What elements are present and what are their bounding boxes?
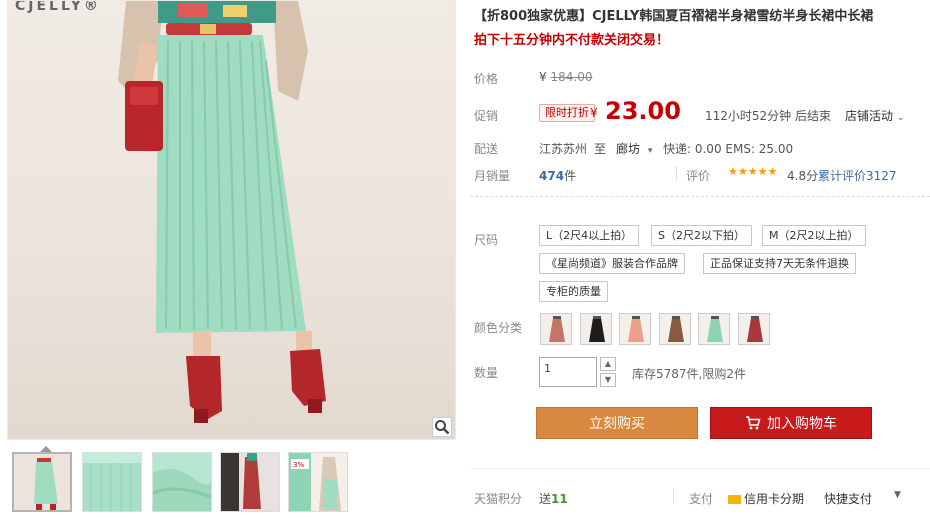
main-product-image[interactable]: CJELLY® [7,0,456,440]
monthly-sales-unit: 件 [564,169,577,183]
product-info-panel: 【折800独家优惠】CJELLY韩国夏百褶裙半身裙雪纺半身长裙中长裙 拍下十五分… [470,0,930,518]
product-title: 【折800独家优惠】CJELLY韩国夏百褶裙半身裙雪纺半身长裙中长裙 [474,9,874,24]
thumbnail-5[interactable]: 3% [288,452,348,512]
original-price-currency: ¥ [539,70,547,84]
quick-pay-label[interactable]: 快捷支付 [824,490,872,507]
payment-dropdown-icon[interactable]: ▼ [894,490,901,500]
size-option-l[interactable]: L（2尺4以上拍） [539,225,640,246]
monthly-sales: 474件 [539,167,576,184]
quantity-input[interactable]: 1 [539,357,597,387]
size-option-guarantee[interactable]: 正品保证支持7天无条件退换 [703,253,856,274]
buy-now-button[interactable]: 立刻购买 [536,407,698,439]
thumbnail-1[interactable] [12,452,72,512]
thumbnail-4[interactable] [220,452,280,512]
original-price-value: 184.00 [550,70,593,84]
ship-from: 江苏苏州 [539,142,588,156]
credit-card-installment[interactable]: 信用卡分期 [728,490,804,507]
divider [676,166,677,180]
delivery-label: 配送 [474,142,499,156]
color-swatch-5[interactable] [698,313,730,345]
add-to-cart-button[interactable]: 加入购物车 [710,407,872,439]
thumbnail-3[interactable] [152,452,212,512]
divider [673,489,674,503]
review-count-link[interactable]: 累计评价3127 [818,167,897,184]
limited-discount-badge: 限时打折 [539,104,595,122]
pay-label: 支付 [689,492,714,506]
quantity-label: 数量 [474,366,499,380]
color-label: 颜色分类 [474,321,523,335]
promo-currency: ¥ [590,106,598,120]
magnifier-icon[interactable] [432,417,452,437]
color-swatch-6[interactable] [737,313,770,345]
section-divider [470,196,930,197]
size-label: 尺码 [474,233,499,247]
promo-countdown: 112小时52分钟 后结束 [705,109,831,123]
quantity-decrease-button[interactable]: ▼ [600,373,616,387]
ship-to-word: 至 [594,142,607,156]
color-swatch-1[interactable] [540,313,572,345]
credit-card-icon [728,495,741,504]
points: 送11 [539,490,568,507]
store-activity-label: 店铺活动 [845,109,894,123]
caret-down-icon: ▾ [647,146,653,156]
size-option-counter-quality[interactable]: 专柜的质量 [539,281,608,302]
price-label: 价格 [474,72,499,86]
add-to-cart-label: 加入购物车 [767,416,837,432]
monthly-sales-count: 474 [539,169,565,183]
chevron-down-icon: ⌄ [896,113,905,123]
credit-card-label: 信用卡分期 [744,492,805,506]
brand-logo: CJELLY® [15,0,101,14]
size-option-partner-brand[interactable]: 《星尚频道》服装合作品牌 [539,253,685,274]
shipping-fees: 快递: 0.00 EMS: 25.00 [663,142,794,156]
rating-score: 4.8分 [787,169,819,183]
promo-price: 23.00 [605,97,681,125]
size-option-m[interactable]: M（2尺2以上拍） [762,225,866,246]
quantity-increase-button[interactable]: ▲ [600,357,616,371]
color-swatch-4[interactable] [658,313,691,345]
footer-divider [470,468,930,469]
cart-icon [746,416,761,430]
rating-stars-icon: ★★★★★ [728,165,778,178]
color-swatch-2[interactable] [579,313,612,345]
store-activity-dropdown[interactable]: 店铺活动 ⌄ [845,107,904,124]
original-price: ¥ 184.00 [539,70,592,84]
points-label: 天猫积分 [474,492,523,506]
promo-label: 促销 [474,109,499,123]
svg-text:3%: 3% [293,461,304,469]
size-option-s[interactable]: S（2尺2以下拍） [651,225,752,246]
thumbnail-strip: 3% [12,446,452,514]
model-photo [118,1,326,423]
thumbnail-2[interactable] [82,452,142,512]
stock-info: 库存5787件,限购2件 [632,367,746,381]
monthly-sales-label: 月销量 [474,169,511,183]
points-prefix: 送 [539,492,552,506]
destination-selector[interactable]: 廊坊 ▾ [616,140,652,157]
points-value: 11 [551,492,568,506]
payment-warning: 拍下十五分钟内不付款关闭交易！ [474,33,670,48]
rating-label: 评价 [686,169,711,183]
color-swatch-3[interactable] [619,313,651,345]
destination-city: 廊坊 [616,142,641,156]
